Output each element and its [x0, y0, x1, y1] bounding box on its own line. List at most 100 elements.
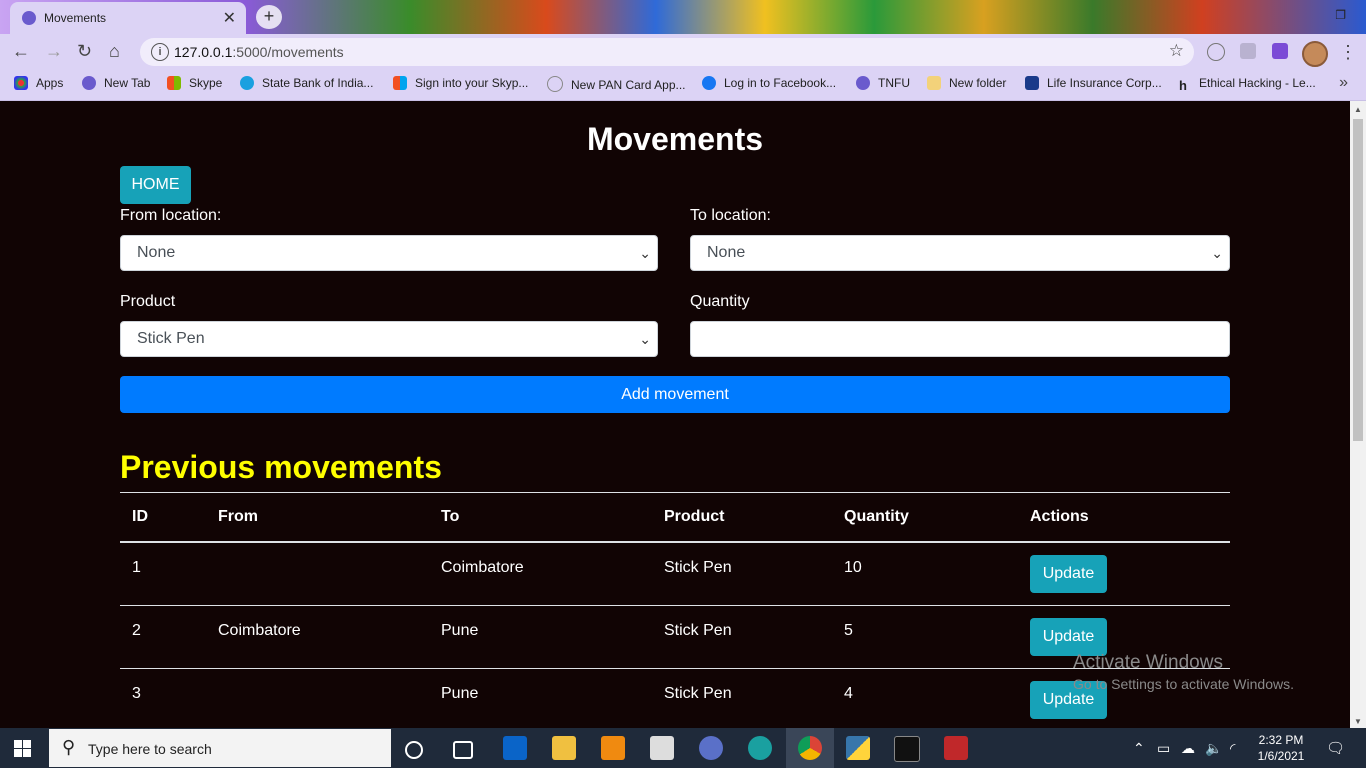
windows-taskbar: ⚲ Type here to search ⌃ ▭ ☁ 🔈 ◜ 2:32 PM … — [0, 728, 1366, 768]
bookmark-new-tab[interactable]: New Tab — [82, 76, 150, 90]
home-button[interactable]: HOME — [120, 166, 191, 204]
notifications-icon[interactable]: 🗨 — [1326, 739, 1345, 757]
bookmark-skype-signin[interactable]: Sign into your Skyp... — [393, 76, 528, 90]
microsoft-icon — [393, 76, 407, 90]
bookmark-tnfu[interactable]: TNFU — [856, 76, 910, 90]
header-actions: Actions — [1030, 508, 1089, 525]
cell-from: Coimbatore — [218, 622, 301, 639]
cell-product: Stick Pen — [664, 622, 732, 639]
forward-icon[interactable]: → — [45, 41, 63, 62]
lic-icon — [1025, 76, 1039, 90]
from-location-select[interactable]: None ⌄ — [120, 235, 658, 271]
from-location-value: None — [137, 244, 176, 261]
cell-to: Coimbatore — [441, 559, 524, 576]
to-location-select[interactable]: None ⌄ — [690, 235, 1230, 271]
hackerearth-icon: h — [1179, 78, 1187, 93]
new-tab-icon — [82, 76, 96, 90]
tab-close-icon[interactable]: ✕ — [223, 8, 236, 28]
to-location-label: To location: — [690, 207, 771, 224]
cortana-icon[interactable] — [405, 741, 423, 759]
address-bar[interactable]: i 127.0.0.1:5000/movements ☆ — [140, 38, 1194, 66]
tab-title: Movements — [44, 11, 107, 25]
python-icon[interactable] — [846, 736, 870, 760]
volume-muted-icon[interactable]: 🔈 — [1205, 740, 1222, 757]
extension-tabs-icon[interactable] — [1240, 43, 1256, 59]
bookmark-skype[interactable]: Skype — [167, 76, 222, 90]
quantity-input[interactable] — [690, 321, 1230, 357]
url-text: 127.0.0.1:5000/movements — [174, 44, 344, 60]
terminal-icon[interactable] — [894, 736, 920, 762]
chevron-down-icon: ⌄ — [1211, 245, 1223, 261]
row-divider — [120, 668, 1230, 669]
extension-globe-icon[interactable] — [1207, 43, 1225, 61]
cell-to: Pune — [441, 622, 479, 639]
scroll-up-icon[interactable]: ▲ — [1354, 105, 1362, 114]
store-icon[interactable] — [650, 736, 674, 760]
apps-grid-icon — [14, 76, 28, 90]
mail-icon[interactable] — [503, 736, 527, 760]
cell-quantity: 10 — [844, 559, 862, 576]
bookmark-star-icon[interactable]: ☆ — [1169, 41, 1184, 61]
taskbar-clock[interactable]: 2:32 PM 1/6/2021 — [1254, 732, 1308, 764]
chrome-icon[interactable] — [798, 736, 822, 760]
battery-icon[interactable]: ▭ — [1157, 740, 1170, 757]
page-favicon-icon — [22, 11, 36, 25]
site-info-icon[interactable]: i — [151, 43, 169, 61]
update-button[interactable]: Update — [1030, 555, 1107, 593]
taskbar-search-box[interactable]: ⚲ Type here to search — [49, 729, 391, 767]
facebook-icon — [702, 76, 716, 90]
scroll-down-icon[interactable]: ▼ — [1354, 717, 1362, 726]
file-explorer-icon[interactable] — [552, 736, 576, 760]
quantity-label: Quantity — [690, 293, 750, 310]
onedrive-cloud-icon[interactable]: ☁ — [1181, 740, 1195, 757]
bookmark-sbi[interactable]: State Bank of India... — [240, 76, 373, 90]
activate-windows-title: Activate Windows — [1073, 652, 1223, 673]
sublime-text-icon[interactable] — [601, 736, 625, 760]
page-content: Movements HOME From location: None ⌄ To … — [0, 101, 1350, 728]
product-select[interactable]: Stick Pen ⌄ — [120, 321, 658, 357]
sbi-icon — [240, 76, 254, 90]
table-header-border — [120, 541, 1230, 543]
update-button[interactable]: Update — [1030, 618, 1107, 656]
bookmarks-bar: Apps New Tab Skype State Bank of India..… — [0, 68, 1366, 101]
extensions-puzzle-icon[interactable] — [1272, 43, 1288, 59]
reload-icon[interactable]: ↻ — [77, 41, 92, 62]
browser-icon[interactable] — [699, 736, 723, 760]
browser-toolbar: ← → ↻ ⌂ i 127.0.0.1:5000/movements ☆ — [0, 34, 1366, 68]
wifi-icon[interactable]: ◜ — [1230, 740, 1235, 757]
window-restore-icon[interactable]: ❐ — [1335, 8, 1346, 22]
bookmark-facebook[interactable]: Log in to Facebook... — [702, 76, 836, 90]
task-view-icon[interactable] — [453, 741, 473, 759]
add-movement-button[interactable]: Add movement — [120, 376, 1230, 413]
cell-id: 2 — [132, 622, 141, 639]
clock-date: 1/6/2021 — [1257, 749, 1305, 763]
header-to: To — [441, 508, 460, 525]
pdf-app-icon[interactable] — [944, 736, 968, 760]
clock-time: 2:32 PM — [1258, 733, 1304, 747]
browser-tab[interactable]: Movements ✕ — [10, 2, 246, 34]
cell-id: 1 — [132, 559, 141, 576]
chevron-down-icon: ⌄ — [639, 331, 651, 347]
previous-movements-heading: Previous movements — [120, 449, 442, 485]
taskbar-search-placeholder: Type here to search — [88, 741, 212, 757]
scrollbar-thumb[interactable] — [1353, 119, 1363, 441]
bookmark-apps[interactable]: Apps — [14, 76, 63, 90]
menu-kebab-icon[interactable]: ⋮ — [1339, 42, 1357, 63]
bookmark-ethical-hacking[interactable]: h Ethical Hacking - Le... — [1179, 76, 1316, 93]
bookmarks-more-icon[interactable]: » — [1339, 74, 1348, 92]
bookmark-new-folder[interactable]: New folder — [927, 76, 1006, 90]
header-id: ID — [132, 508, 148, 525]
edge-icon[interactable] — [748, 736, 772, 760]
back-icon[interactable]: ← — [12, 41, 30, 62]
bookmark-pan-card[interactable]: New PAN Card App... — [547, 76, 686, 92]
profile-avatar[interactable] — [1302, 41, 1328, 67]
row-divider — [120, 605, 1230, 606]
new-tab-button[interactable]: + — [256, 5, 282, 29]
page-scrollbar[interactable]: ▲ ▼ — [1350, 101, 1366, 728]
chevron-down-icon: ⌄ — [639, 245, 651, 261]
tray-chevron-up-icon[interactable]: ⌃ — [1133, 740, 1145, 757]
bookmark-lic[interactable]: Life Insurance Corp... — [1025, 76, 1162, 90]
windows-start-icon[interactable] — [14, 740, 31, 757]
ie-icon — [547, 76, 563, 92]
home-icon[interactable]: ⌂ — [109, 41, 120, 62]
